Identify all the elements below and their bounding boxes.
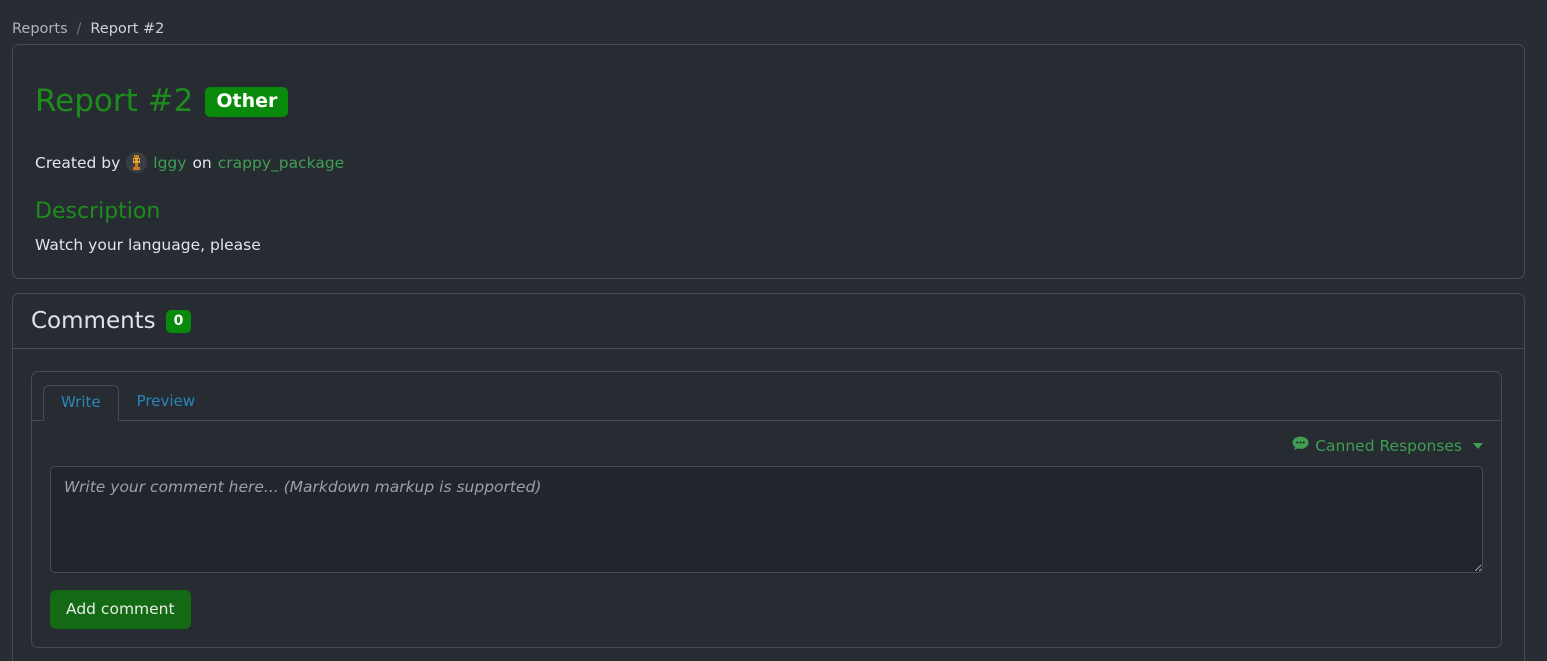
chevron-down-icon — [1473, 442, 1483, 449]
comment-editor-card: Write Preview Canned Responses Write you… — [31, 371, 1502, 649]
breadcrumb-separator: / — [76, 21, 82, 37]
comments-count-badge: 0 — [165, 309, 192, 333]
report-meta: Created by lggy on crappy_package — [35, 152, 1506, 174]
description-text: Watch your language, please — [35, 236, 261, 255]
comments-header: Comments 0 — [13, 294, 1524, 350]
page-title: Report #2 — [35, 82, 194, 119]
comments-heading: Comments — [31, 308, 156, 335]
breadcrumb: Reports / Report #2 — [0, 0, 1547, 44]
tab-write[interactable]: Write — [43, 384, 119, 422]
canned-responses-row: Canned Responses — [50, 436, 1483, 455]
comment-dots-icon — [1292, 436, 1309, 455]
breadcrumb-link-reports[interactable]: Reports — [12, 21, 68, 37]
description-heading: Description — [35, 199, 161, 225]
comment-input[interactable] — [50, 466, 1483, 574]
package-link[interactable]: crappy_package — [218, 154, 344, 172]
author-link[interactable]: lggy — [153, 154, 186, 172]
add-comment-button[interactable]: Add comment — [50, 590, 191, 630]
editor-area: Canned Responses Add comment — [32, 421, 1501, 647]
comments-body: Write Preview Canned Responses Write you… — [13, 349, 1524, 661]
canned-responses-dropdown[interactable]: Canned Responses — [1292, 436, 1483, 455]
on-word: on — [192, 153, 212, 172]
report-card: Report #2 Other Created by lggy on crapp… — [12, 44, 1525, 280]
editor-tabs: Write Preview — [32, 372, 1501, 422]
created-by-label: Created by — [35, 153, 121, 172]
breadcrumb-current: Report #2 — [90, 21, 165, 37]
canned-responses-label: Canned Responses — [1315, 436, 1462, 455]
report-title-row: Report #2 Other — [35, 63, 1506, 140]
comments-card: Comments 0 Write Preview Canned Response… — [12, 293, 1525, 661]
avatar — [126, 152, 148, 174]
tab-preview[interactable]: Preview — [119, 384, 213, 421]
status-badge: Other — [205, 86, 289, 117]
